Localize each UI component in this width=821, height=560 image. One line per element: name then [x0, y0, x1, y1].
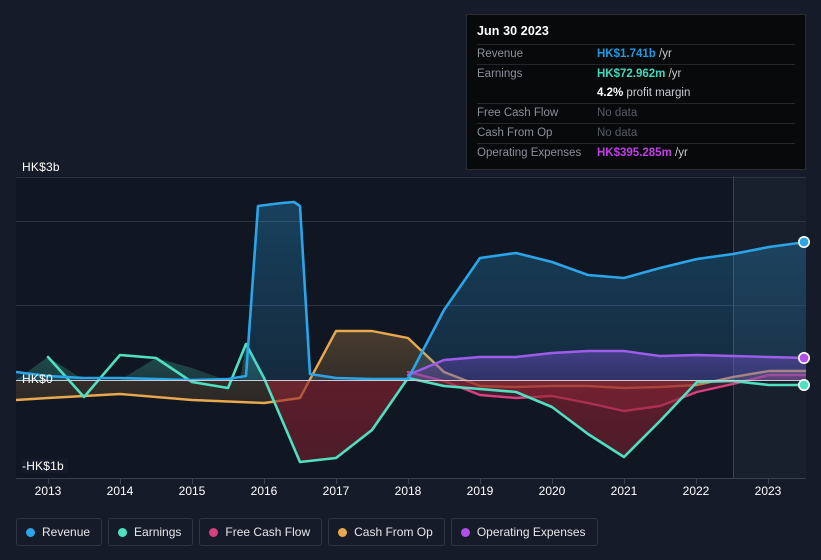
endpoint-dot-earnings[interactable] — [797, 378, 810, 391]
legend-dot-earnings-icon — [118, 527, 128, 537]
legend-item-revenue[interactable]: Revenue — [16, 518, 103, 546]
tooltip-label-revenue: Revenue — [477, 48, 524, 60]
tooltip-row-free-cash-flow: Free Cash Flow No data — [477, 103, 795, 123]
x-axis-label-2018: 2018 — [394, 484, 422, 498]
tooltip-value-cash-from-op: No data — [597, 127, 638, 139]
chart-screen: HK$3b HK$0 -HK$1b 2013 2014 2015 2016 20… — [0, 0, 821, 560]
data-tooltip-panel: Jun 30 2023 Revenue HK$1.741b /yr Earnin… — [466, 14, 806, 170]
x-axis-label-2015: 2015 — [178, 484, 206, 498]
tooltip-label-free-cash-flow: Free Cash Flow — [477, 107, 559, 119]
tooltip-unit-profit-margin: profit margin — [626, 87, 691, 99]
x-axis-label-2020: 2020 — [538, 484, 566, 498]
tooltip-value-earnings: HK$72.962m /yr — [597, 67, 681, 82]
x-axis-label-2021: 2021 — [610, 484, 638, 498]
tooltip-value-operating-expenses: HK$395.285m /yr — [597, 146, 688, 161]
x-axis-label-2013: 2013 — [34, 484, 62, 498]
legend-dot-cash-from-op-icon — [338, 527, 348, 537]
legend-item-operating-expenses[interactable]: Operating Expenses — [450, 518, 598, 546]
x-axis-label-2016: 2016 — [250, 484, 278, 498]
legend-label-operating-expenses: Operating Expenses — [476, 525, 586, 539]
x-axis-label-2014: 2014 — [106, 484, 134, 498]
tooltip-label-cash-from-op: Cash From Op — [477, 127, 553, 139]
tooltip-value-revenue: HK$1.741b /yr — [597, 47, 672, 62]
tooltip-unit-operating-expenses: /yr — [675, 147, 688, 159]
tooltip-amount-profit-margin: 4.2% — [597, 87, 624, 99]
legend-dot-operating-expenses-icon — [460, 527, 470, 537]
endpoint-dot-revenue[interactable] — [797, 236, 810, 249]
legend-label-revenue: Revenue — [42, 525, 91, 539]
legend-item-cash-from-op[interactable]: Cash From Op — [328, 518, 445, 546]
tooltip-date: Jun 30 2023 — [477, 24, 549, 38]
x-axis-label-2017: 2017 — [322, 484, 350, 498]
chart-legend: Revenue Earnings Free Cash Flow Cash Fro… — [16, 518, 598, 546]
legend-dot-free-cash-flow-icon — [209, 527, 219, 537]
legend-label-earnings: Earnings — [134, 525, 182, 539]
tooltip-row-profit-margin: 4.2% profit margin — [477, 84, 795, 103]
tooltip-amount-revenue: HK$1.741b — [597, 48, 656, 60]
x-axis-label-2023: 2023 — [754, 484, 782, 498]
tooltip-amount-operating-expenses: HK$395.285m — [597, 147, 672, 159]
tooltip-label-operating-expenses: Operating Expenses — [477, 147, 582, 159]
tooltip-row-earnings: Earnings HK$72.962m /yr — [477, 64, 795, 84]
legend-dot-revenue-icon — [26, 527, 35, 537]
y-axis-label-bottom: -HK$1b — [22, 459, 68, 473]
tooltip-unit-revenue: /yr — [659, 48, 672, 60]
tooltip-label-earnings: Earnings — [477, 68, 523, 80]
x-axis-label-2019: 2019 — [466, 484, 494, 498]
legend-label-free-cash-flow: Free Cash Flow — [225, 525, 311, 539]
tooltip-row-operating-expenses: Operating Expenses HK$395.285m /yr — [477, 143, 795, 163]
legend-label-cash-from-op: Cash From Op — [354, 525, 433, 539]
legend-item-free-cash-flow[interactable]: Free Cash Flow — [199, 518, 323, 546]
tooltip-amount-earnings: HK$72.962m — [597, 68, 666, 80]
endpoint-dot-operating-expenses[interactable] — [797, 351, 810, 364]
tooltip-row-revenue: Revenue HK$1.741b /yr — [477, 44, 795, 64]
x-axis-label-2022: 2022 — [682, 484, 710, 498]
legend-item-earnings[interactable]: Earnings — [108, 518, 194, 546]
y-axis-label-zero: HK$0 — [22, 372, 53, 386]
tooltip-unit-earnings: /yr — [668, 68, 682, 80]
tooltip-value-free-cash-flow: No data — [597, 107, 638, 119]
tooltip-row-cash-from-op: Cash From Op No data — [477, 123, 795, 143]
tooltip-value-profit-margin: 4.2% profit margin — [597, 86, 690, 101]
y-axis-label-top: HK$3b — [22, 160, 64, 174]
